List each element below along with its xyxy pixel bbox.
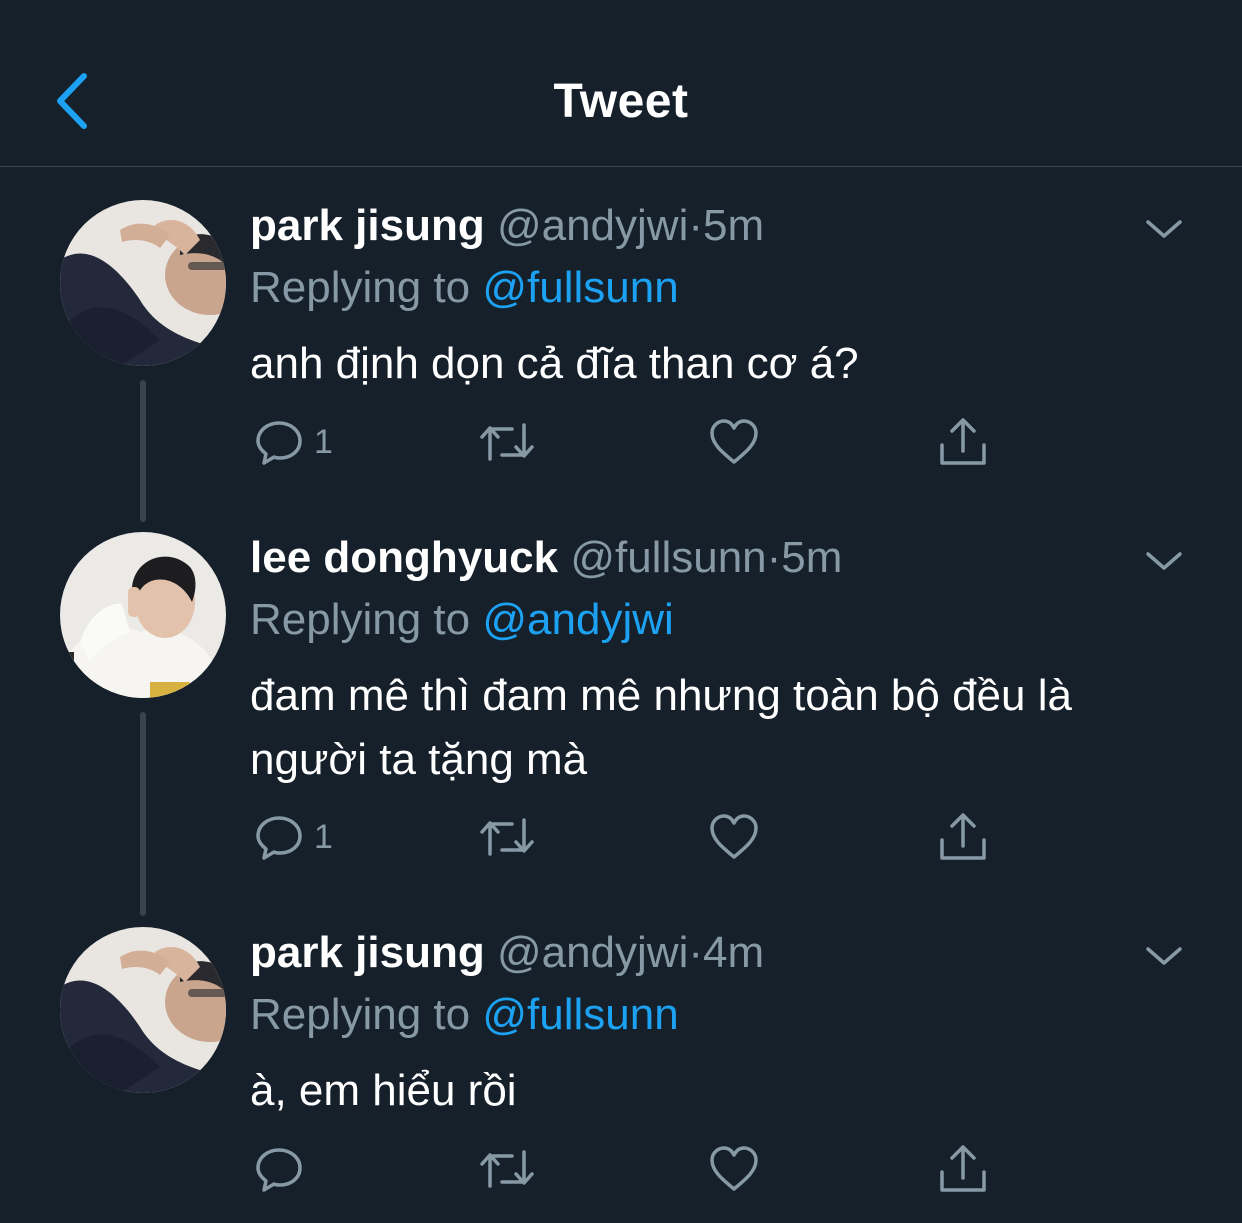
- like-button[interactable]: [708, 809, 760, 865]
- share-icon: [940, 813, 986, 860]
- reply-icon: [256, 1148, 302, 1192]
- more-options-button[interactable]: [1140, 941, 1188, 971]
- like-button[interactable]: [708, 1141, 760, 1197]
- avatar[interactable]: [60, 532, 226, 698]
- reply-button[interactable]: [254, 1141, 314, 1197]
- share-button[interactable]: [938, 414, 988, 470]
- replying-to-label: Replying to: [250, 263, 483, 312]
- username[interactable]: @andyjwi: [497, 928, 688, 977]
- reply-count: 1: [314, 817, 333, 856]
- timestamp[interactable]: 4m: [703, 928, 764, 977]
- more-options-button[interactable]: [1140, 214, 1188, 244]
- separator-dot: ·: [766, 533, 782, 582]
- action-bar: 1: [250, 809, 1010, 865]
- timestamp[interactable]: 5m: [703, 201, 764, 250]
- retweet-button[interactable]: [478, 414, 536, 470]
- heart-icon: [710, 1146, 758, 1191]
- tweet-text: anh định dọn cả đĩa than cơ á?: [250, 339, 859, 388]
- username[interactable]: @fullsunn: [570, 533, 766, 582]
- chevron-down-icon: [1146, 220, 1182, 238]
- share-button[interactable]: [938, 809, 988, 865]
- reply-mention-link[interactable]: @andyjwi: [482, 595, 673, 644]
- reply-mention-link[interactable]: @fullsunn: [482, 263, 678, 312]
- tweet-header: lee donghyuck @fullsunn·5m: [250, 532, 842, 584]
- replying-to: Replying to @fullsunn: [250, 262, 679, 314]
- replying-to: Replying to @fullsunn: [250, 989, 679, 1041]
- page-title: Tweet: [553, 75, 689, 128]
- display-name[interactable]: lee donghyuck: [250, 533, 558, 582]
- like-button[interactable]: [708, 414, 760, 470]
- share-button[interactable]: [938, 1141, 988, 1197]
- avatar[interactable]: [60, 927, 226, 1093]
- display-name[interactable]: park jisung: [250, 201, 485, 250]
- share-icon: [940, 418, 986, 465]
- retweet-icon: [480, 818, 534, 856]
- action-bar: [250, 1141, 1010, 1197]
- share-icon: [940, 1145, 986, 1192]
- retweet-icon: [480, 1150, 534, 1188]
- retweet-button[interactable]: [478, 1141, 536, 1197]
- display-name[interactable]: park jisung: [250, 928, 485, 977]
- replying-to: Replying to @andyjwi: [250, 594, 674, 646]
- tweet-text: à, em hiểu rồi: [250, 1066, 517, 1115]
- thread-line: [140, 712, 146, 916]
- retweet-button[interactable]: [478, 809, 536, 865]
- action-bar: 1: [250, 414, 1010, 470]
- retweet-icon: [480, 423, 534, 461]
- username[interactable]: @andyjwi: [497, 201, 688, 250]
- tweet-header: park jisung @andyjwi·4m: [250, 927, 764, 979]
- replying-to-label: Replying to: [250, 990, 483, 1039]
- reply-button[interactable]: 1: [254, 809, 333, 865]
- tweet-2[interactable]: lee donghyuck @fullsunn·5m Replying to @…: [0, 532, 1242, 916]
- separator-dot: ·: [688, 201, 704, 250]
- reply-count: 1: [314, 422, 333, 461]
- chevron-down-icon: [1146, 552, 1182, 570]
- replying-to-label: Replying to: [250, 595, 483, 644]
- tweet-3[interactable]: park jisung @andyjwi·4m Replying to @ful…: [0, 927, 1242, 1217]
- more-options-button[interactable]: [1140, 546, 1188, 576]
- chevron-down-icon: [1146, 947, 1182, 965]
- tweet-text: đam mê thì đam mê nhưng toàn bộ đều là n…: [250, 671, 1072, 784]
- tweet-1[interactable]: park jisung @andyjwi·5m Replying to @ful…: [0, 200, 1242, 522]
- avatar[interactable]: [60, 200, 226, 366]
- reply-icon: [256, 816, 302, 860]
- reply-button[interactable]: 1: [254, 414, 333, 470]
- reply-icon: [256, 421, 302, 465]
- top-bar: Tweet: [0, 0, 1242, 167]
- heart-icon: [710, 419, 758, 464]
- reply-mention-link[interactable]: @fullsunn: [482, 990, 678, 1039]
- timestamp[interactable]: 5m: [781, 533, 842, 582]
- tweet-header: park jisung @andyjwi·5m: [250, 200, 764, 252]
- separator-dot: ·: [688, 928, 704, 977]
- heart-icon: [710, 814, 758, 859]
- thread-line: [140, 380, 146, 522]
